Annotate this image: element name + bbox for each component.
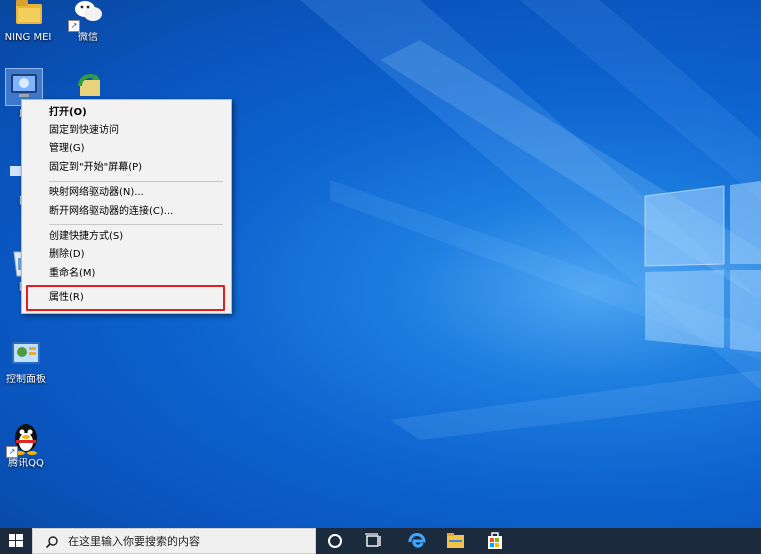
menu-item-open[interactable]: 打开(O): [49, 104, 87, 122]
file-explorer-icon[interactable]: [440, 528, 470, 554]
folder-icon: [10, 0, 46, 30]
menu-separator: [49, 181, 223, 182]
desktop-icon-control-panel[interactable]: 控制面板: [0, 336, 58, 386]
menu-separator: [49, 224, 223, 225]
desktop[interactable]: NING MEI ↗ 微信 此: [0, 0, 761, 528]
cortana-icon[interactable]: [320, 528, 350, 554]
desktop-icon-wechat[interactable]: ↗ 微信: [56, 0, 120, 44]
menu-item-pin-quick-access[interactable]: 固定到快速访问: [49, 122, 119, 140]
menu-item-disconnect-network-drive[interactable]: 断开网络驱动器的连接(C)...: [49, 203, 173, 221]
wechat-icon: ↗: [68, 0, 106, 32]
control-panel-icon: [8, 336, 44, 372]
shortcut-arrow-icon: ↗: [6, 446, 18, 458]
search-placeholder: 在这里输入你要搜索的内容: [68, 535, 200, 548]
qq-penguin-icon: ↗: [6, 420, 44, 458]
windows-start-icon[interactable]: [0, 528, 32, 554]
search-icon: [45, 536, 58, 549]
store-icon[interactable]: [480, 528, 510, 554]
menu-item-pin-start[interactable]: 固定到"开始"屏幕(P): [49, 159, 142, 177]
desktop-icon-tencent-qq[interactable]: ↗ 腾讯QQ: [0, 420, 58, 470]
menu-item-rename[interactable]: 重命名(M): [49, 265, 95, 283]
desktop-icon-label: 控制面板: [6, 374, 46, 385]
menu-item-manage[interactable]: 管理(G): [49, 140, 85, 158]
taskbar-search-box[interactable]: 在这里输入你要搜索的内容: [32, 528, 316, 554]
desktop-icon-label: 腾讯QQ: [8, 458, 44, 469]
menu-item-create-shortcut[interactable]: 创建快捷方式(S): [49, 228, 123, 246]
context-menu: 打开(O) 固定到快速访问 管理(G) 固定到"开始"屏幕(P) 映射网络驱动器…: [21, 99, 232, 314]
menu-item-map-network-drive[interactable]: 映射网络驱动器(N)...: [49, 184, 144, 202]
desktop-icon-label: NING MEI: [4, 32, 52, 43]
desktop-icon-label: 微信: [78, 32, 98, 43]
shortcut-arrow-icon: ↗: [68, 20, 80, 32]
desktop-icon-ning-mei[interactable]: NING MEI: [0, 0, 60, 44]
menu-item-delete[interactable]: 删除(D): [49, 246, 85, 264]
task-view-icon[interactable]: [358, 528, 388, 554]
edge-icon[interactable]: [402, 528, 432, 554]
taskbar: 在这里输入你要搜索的内容: [0, 528, 761, 554]
properties-highlight-box: [26, 285, 225, 311]
